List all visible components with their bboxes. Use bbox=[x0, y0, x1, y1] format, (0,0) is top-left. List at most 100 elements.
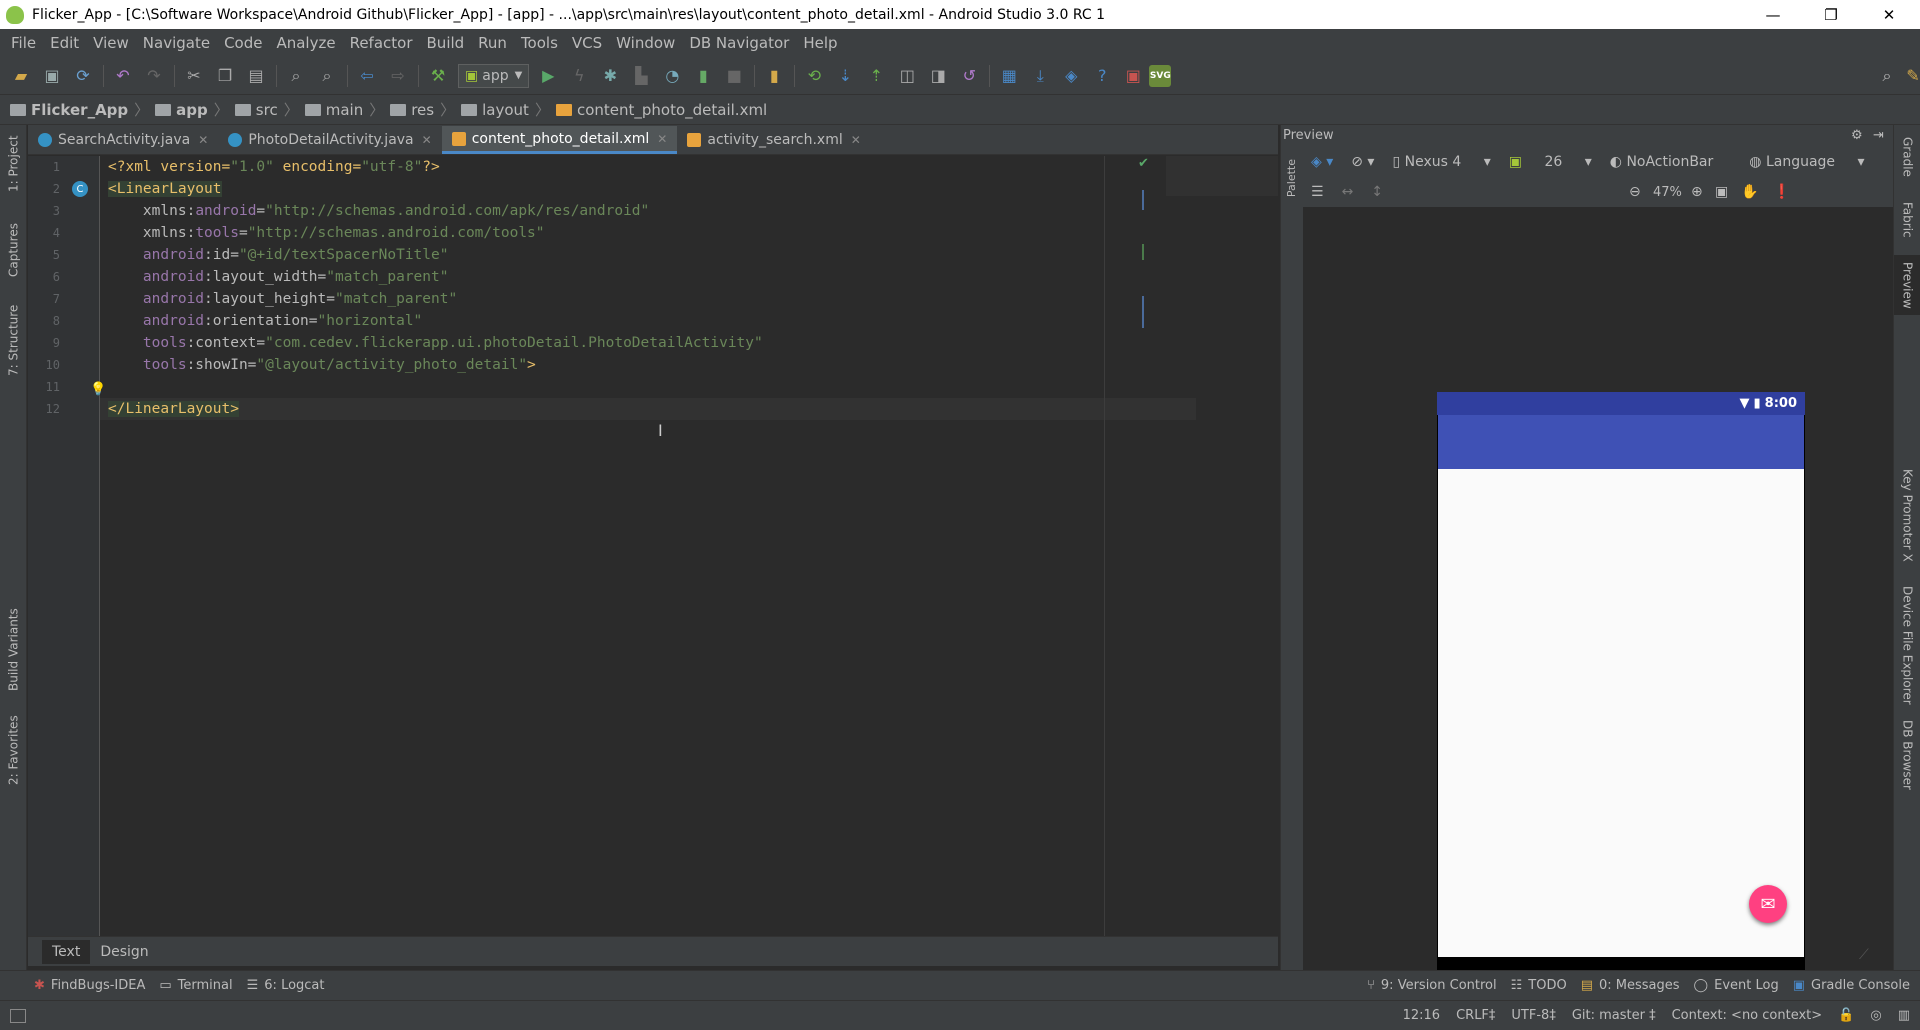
cut-icon[interactable]: ✂ bbox=[179, 61, 209, 91]
event-log-tool-button[interactable]: ◯ Event Log bbox=[1694, 978, 1779, 993]
tool-tab-db-browser[interactable]: DB Browser bbox=[1894, 720, 1920, 790]
hide-panel-icon[interactable]: ⇥ bbox=[1873, 125, 1884, 147]
restore-button[interactable]: ❐ bbox=[1802, 0, 1860, 29]
menu-analyze[interactable]: Analyze bbox=[269, 34, 342, 52]
preview-canvas[interactable]: ▼ ▮ 8:00 ✉ ◁ ○ □ ⟋ bbox=[1303, 207, 1893, 1004]
breadcrumb-project[interactable]: Flicker_App 〉 bbox=[10, 99, 149, 120]
tool-tab-key-promoter[interactable]: Key Promoter X bbox=[1894, 465, 1920, 565]
vcs-update-icon[interactable]: ⟲ bbox=[799, 61, 829, 91]
attach-debugger-icon[interactable]: ▮ bbox=[688, 61, 718, 91]
lightbulb-icon[interactable]: 💡 bbox=[90, 382, 106, 397]
code-line[interactable]: <?xml version="1.0" encoding="utf-8"?> bbox=[108, 156, 440, 178]
tab-photo-detail-activity[interactable]: PhotoDetailActivity.java ✕ bbox=[218, 126, 441, 154]
lock-icon[interactable]: 🔓 bbox=[1838, 1008, 1854, 1023]
menu-refactor[interactable]: Refactor bbox=[343, 34, 420, 52]
code-line[interactable]: xmlns:android="http://schemas.android.co… bbox=[108, 200, 649, 222]
save-icon[interactable]: ▣ bbox=[37, 61, 67, 91]
vcs-history-icon[interactable]: ◨ bbox=[923, 61, 953, 91]
vcs-compare-icon[interactable]: ◫ bbox=[892, 61, 922, 91]
settings-gear-icon[interactable]: ⚙ bbox=[1851, 125, 1863, 147]
svg-plugin-icon[interactable]: SVG bbox=[1149, 64, 1172, 87]
breadcrumb-file[interactable]: content_photo_detail.xml bbox=[555, 101, 767, 119]
theme-select[interactable]: ◐ NoActionBar bbox=[1610, 154, 1732, 170]
fit-screen-icon[interactable]: ▣ bbox=[1715, 184, 1728, 200]
code-line[interactable]: <LinearLayout bbox=[108, 178, 222, 200]
close-window-button[interactable]: ✕ bbox=[1860, 0, 1918, 29]
menu-vcs[interactable]: VCS bbox=[565, 34, 609, 52]
breadcrumb-module[interactable]: app 〉 bbox=[155, 99, 229, 120]
todo-tool-button[interactable]: ☷ TODO bbox=[1511, 978, 1567, 993]
menu-db-navigator[interactable]: DB Navigator bbox=[682, 34, 796, 52]
tool-tab-favorites[interactable]: 2: Favorites bbox=[0, 710, 27, 790]
back-icon[interactable]: ⇦ bbox=[352, 61, 382, 91]
orientation-icon[interactable]: ⊘ ▾ bbox=[1351, 154, 1374, 170]
menu-navigate[interactable]: Navigate bbox=[136, 34, 217, 52]
close-tab-icon[interactable]: ✕ bbox=[851, 133, 861, 147]
menu-file[interactable]: File bbox=[4, 34, 43, 52]
memory-icon[interactable]: ▥ bbox=[1898, 1008, 1910, 1023]
tool-tab-gradle[interactable]: Gradle bbox=[1894, 129, 1920, 185]
blueprint-icon[interactable]: ☰ bbox=[1311, 184, 1324, 200]
breadcrumb-res[interactable]: res 〉 bbox=[390, 99, 455, 120]
class-marker-icon[interactable]: C bbox=[72, 181, 88, 197]
find-icon[interactable]: ⌕ bbox=[281, 61, 311, 91]
tool-tab-structure[interactable]: 7: Structure bbox=[0, 300, 27, 380]
vcs-push-icon[interactable]: ⇡ bbox=[861, 61, 891, 91]
code-line[interactable]: </LinearLayout> bbox=[108, 398, 239, 420]
sdk-manager-icon[interactable]: ⤓ bbox=[1025, 61, 1055, 91]
file-encoding[interactable]: UTF-8‡ bbox=[1511, 1008, 1555, 1023]
inspector-icon[interactable]: ◎ bbox=[1870, 1008, 1881, 1023]
resize-horizontal-icon[interactable]: ↔ bbox=[1342, 184, 1354, 200]
tab-design[interactable]: Design bbox=[90, 940, 158, 964]
menu-edit[interactable]: Edit bbox=[43, 34, 86, 52]
gradle-console-tool-button[interactable]: ▣ Gradle Console bbox=[1793, 978, 1910, 993]
device-select[interactable]: ▯ Nexus 4 ▾ bbox=[1392, 154, 1490, 170]
run-icon[interactable]: ▶ bbox=[533, 61, 563, 91]
ide-status-icon[interactable]: ✎ bbox=[1898, 61, 1920, 91]
vcs-commit-icon[interactable]: ⇣ bbox=[830, 61, 860, 91]
code-minimap[interactable] bbox=[1166, 156, 1278, 196]
menu-help[interactable]: Help bbox=[796, 34, 844, 52]
code-editor[interactable]: 1 2 3 4 5 6 7 8 9 10 11 12 C 💡 <?xml ver… bbox=[28, 156, 1278, 936]
pan-icon[interactable]: ✋ bbox=[1741, 184, 1758, 200]
close-tab-icon[interactable]: ✕ bbox=[198, 133, 208, 147]
resize-handle-icon[interactable]: ⟋ bbox=[1859, 947, 1869, 963]
resize-vertical-icon[interactable]: ↕ bbox=[1371, 184, 1383, 200]
code-line[interactable]: android:orientation="horizontal" bbox=[108, 310, 422, 332]
paste-icon[interactable]: ▤ bbox=[241, 61, 271, 91]
copy-icon[interactable]: ❐ bbox=[210, 61, 240, 91]
forward-icon[interactable]: ⇨ bbox=[383, 61, 413, 91]
code-line[interactable]: android:id="@+id/textSpacerNoTitle" bbox=[108, 244, 449, 266]
palette-tab[interactable]: Palette bbox=[1285, 159, 1298, 197]
zoom-in-icon[interactable]: ⊕ bbox=[1691, 184, 1703, 200]
tool-tab-preview[interactable]: Preview bbox=[1894, 255, 1920, 315]
tool-tab-fabric[interactable]: Fabric bbox=[1894, 195, 1920, 245]
sync-icon[interactable]: ⟳ bbox=[68, 61, 98, 91]
open-folder-icon[interactable]: ▰ bbox=[6, 61, 36, 91]
menu-build[interactable]: Build bbox=[420, 34, 472, 52]
breadcrumb-layout[interactable]: layout 〉 bbox=[461, 99, 550, 120]
undo-icon[interactable]: ↶ bbox=[108, 61, 138, 91]
stop-icon[interactable]: ■ bbox=[719, 61, 749, 91]
tab-content-photo-detail[interactable]: content_photo_detail.xml ✕ bbox=[441, 126, 678, 154]
help-icon[interactable]: ? bbox=[1087, 61, 1117, 91]
language-select[interactable]: ◍ Language ▾ bbox=[1749, 154, 1864, 170]
make-project-icon[interactable]: ⚒ bbox=[423, 61, 453, 91]
code-line[interactable]: xmlns:tools="http://schemas.android.com/… bbox=[108, 222, 545, 244]
replace-icon[interactable]: ⌕ bbox=[312, 61, 342, 91]
redo-icon[interactable]: ↷ bbox=[139, 61, 169, 91]
device-monitor-icon[interactable]: ▣ bbox=[1118, 61, 1148, 91]
warning-icon[interactable]: ❗ bbox=[1773, 184, 1790, 200]
breadcrumb-main[interactable]: main 〉 bbox=[304, 99, 384, 120]
menu-code[interactable]: Code bbox=[217, 34, 269, 52]
tab-activity-search[interactable]: activity_search.xml ✕ bbox=[677, 126, 870, 154]
email-fab[interactable]: ✉ bbox=[1749, 885, 1787, 923]
minimize-button[interactable]: — bbox=[1744, 0, 1802, 29]
caret-position[interactable]: 12:16 bbox=[1403, 1008, 1440, 1023]
close-tab-icon[interactable]: ✕ bbox=[657, 132, 667, 146]
zoom-out-icon[interactable]: ⊖ bbox=[1629, 184, 1641, 200]
coverage-icon[interactable]: ◔ bbox=[657, 61, 687, 91]
menu-run[interactable]: Run bbox=[471, 34, 514, 52]
avd-manager-icon[interactable]: ◈ bbox=[1056, 61, 1086, 91]
context-indicator[interactable]: Context: <no context> bbox=[1672, 1008, 1823, 1023]
